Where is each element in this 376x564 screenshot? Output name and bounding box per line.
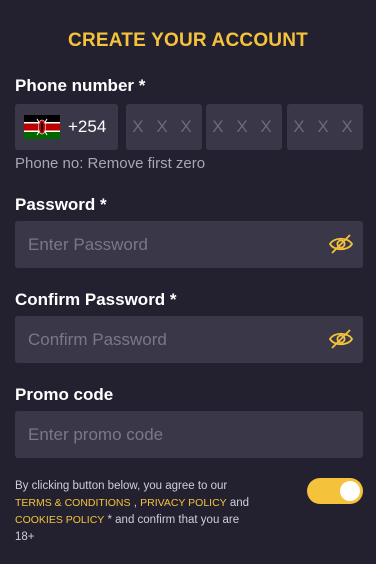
- privacy-policy-link[interactable]: PRIVACY POLICY: [140, 497, 227, 509]
- promo-code-label: Promo code: [15, 385, 114, 404]
- promo-code-field-wrapper: [15, 411, 363, 458]
- toggle-knob: [340, 481, 360, 501]
- terms-separator: ,: [130, 497, 141, 509]
- phone-hint: Phone no: Remove first zero: [15, 155, 206, 172]
- phone-segment-2[interactable]: X X X: [206, 104, 282, 150]
- country-code: +254: [68, 117, 107, 136]
- agree-toggle[interactable]: [307, 478, 363, 504]
- confirm-password-input[interactable]: [28, 329, 308, 350]
- page-title: CREATE YOUR ACCOUNT: [68, 30, 308, 51]
- terms-conditions-link[interactable]: TERMS & CONDITIONS: [15, 497, 131, 509]
- eye-off-icon[interactable]: [328, 328, 354, 350]
- phone-segment-3[interactable]: X X X: [287, 104, 363, 150]
- password-field-wrapper: [15, 221, 363, 268]
- terms-text: By clicking button below, you agree to o…: [15, 478, 255, 546]
- kenya-flag-icon: [24, 115, 60, 139]
- confirm-password-label: Confirm Password *: [15, 290, 177, 309]
- password-input[interactable]: [28, 234, 308, 255]
- promo-code-input[interactable]: [28, 424, 308, 445]
- country-code-selector[interactable]: +254: [15, 104, 118, 150]
- terms-intro: By clicking button below, you agree to o…: [15, 480, 228, 492]
- cookies-policy-link[interactable]: COOKIES POLICY: [15, 514, 104, 526]
- phone-segment-1[interactable]: X X X: [126, 104, 202, 150]
- password-label: Password *: [15, 195, 107, 214]
- eye-off-icon[interactable]: [328, 233, 354, 255]
- confirm-password-field-wrapper: [15, 316, 363, 363]
- phone-label: Phone number *: [15, 76, 146, 95]
- terms-and: and: [226, 497, 250, 509]
